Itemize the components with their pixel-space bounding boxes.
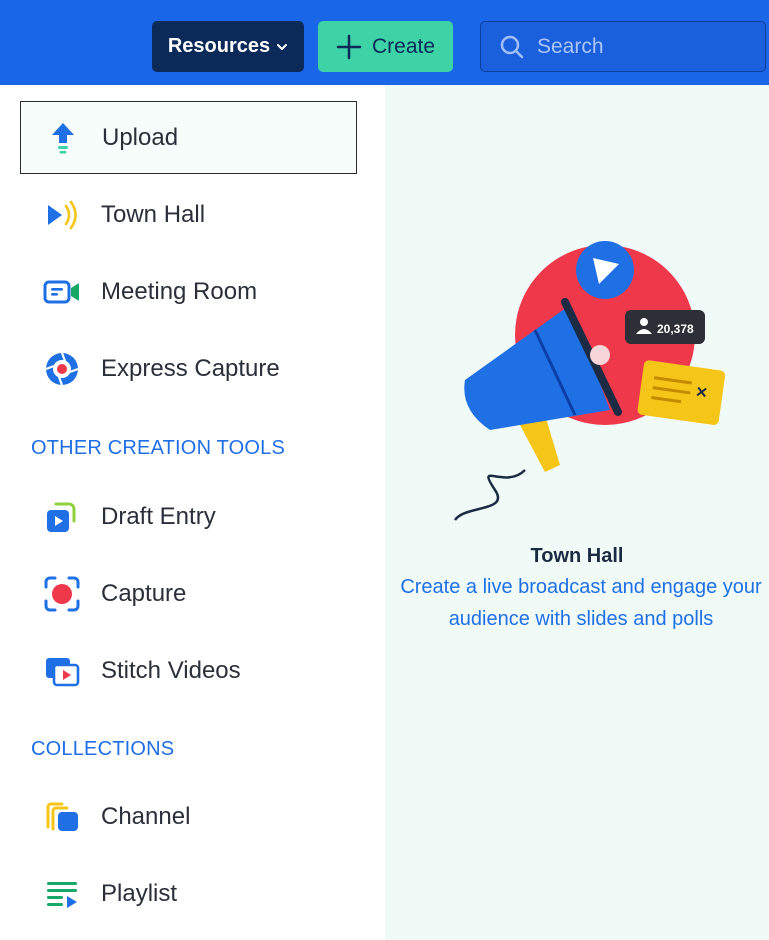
menu-item-channel[interactable]: Channel — [20, 780, 357, 853]
menu-item-upload[interactable]: Upload — [20, 101, 357, 174]
menu-item-capture[interactable]: Capture — [20, 557, 357, 630]
town-hall-icon — [42, 195, 82, 235]
menu-item-label: Channel — [101, 802, 191, 830]
top-bar: Resources Create — [0, 0, 769, 85]
playlist-icon — [42, 874, 82, 914]
section-header-other-creation-tools: OTHER CREATION TOOLS — [31, 437, 286, 459]
plus-icon — [336, 34, 362, 59]
resources-label: Resources — [167, 35, 271, 57]
menu-item-label: Draft Entry — [101, 502, 216, 530]
menu-item-label: Meeting Room — [101, 277, 258, 305]
create-menu: Upload Town Hall Meeting Room Express Ca… — [0, 85, 385, 940]
upload-icon — [43, 118, 83, 158]
menu-item-town-hall[interactable]: Town Hall — [20, 178, 357, 251]
preview-title: Town Hall — [530, 545, 624, 567]
menu-item-draft-entry[interactable]: Draft Entry — [20, 480, 357, 553]
menu-item-playlist[interactable]: Playlist — [20, 857, 357, 930]
create-button[interactable]: Create — [318, 21, 453, 72]
search-input[interactable] — [535, 33, 759, 60]
menu-item-label: Express Capture — [101, 354, 280, 382]
stitch-videos-icon — [42, 651, 82, 691]
menu-item-meeting-room[interactable]: Meeting Room — [20, 255, 357, 328]
create-label: Create — [371, 34, 436, 58]
town-hall-illustration: 20,378 — [453, 241, 726, 521]
preview-panel: 20,378 Town Hall Create a live broadcast… — [385, 85, 769, 940]
chevron-down-icon — [277, 43, 288, 50]
resources-button[interactable]: Resources — [152, 21, 304, 72]
channel-icon — [42, 797, 82, 837]
capture-icon — [42, 574, 82, 614]
section-header-collections: COLLECTIONS — [31, 738, 175, 760]
draft-entry-icon — [42, 497, 82, 537]
express-capture-icon — [42, 349, 82, 389]
menu-item-label: Upload — [102, 123, 179, 151]
search-box[interactable] — [480, 21, 766, 72]
menu-item-label: Town Hall — [101, 200, 206, 228]
menu-item-stitch-videos[interactable]: Stitch Videos — [20, 634, 357, 707]
preview-description: Create a live broadcast and engage your … — [400, 576, 762, 630]
viewer-count-text: 20,378 — [657, 322, 694, 336]
menu-item-label: Capture — [101, 579, 187, 607]
menu-item-express-capture[interactable]: Express Capture — [20, 332, 357, 405]
menu-item-label: Playlist — [101, 879, 178, 907]
meeting-room-icon — [42, 272, 82, 312]
search-icon — [500, 35, 524, 58]
menu-item-label: Stitch Videos — [101, 656, 241, 684]
